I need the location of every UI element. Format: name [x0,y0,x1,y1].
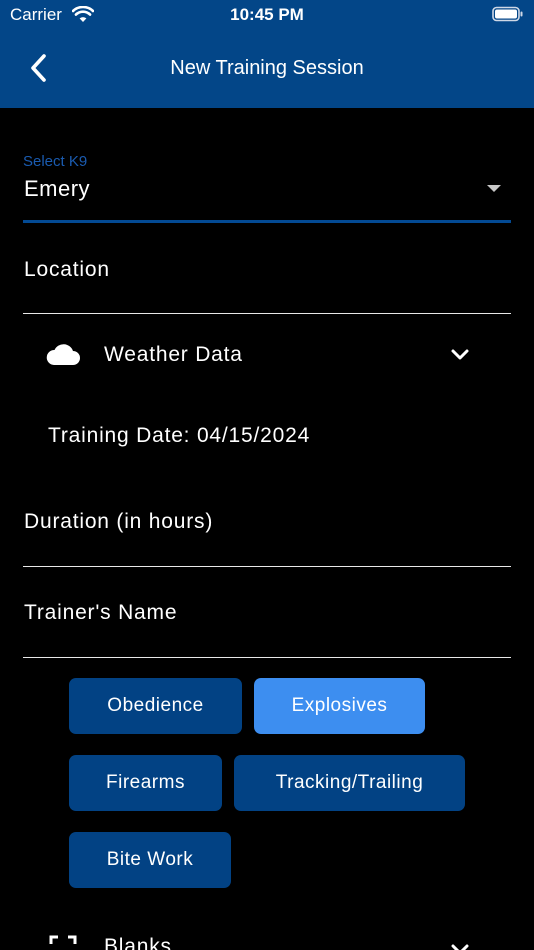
blanks-label: Blanks [104,935,172,950]
select-k9-dropdown[interactable]: Select K9 Emery [23,150,511,224]
chip-firearms[interactable]: Firearms [69,755,222,811]
caret-down-icon [487,185,501,192]
chip-tracking-trailing[interactable]: Tracking/Trailing [234,755,465,811]
chevron-down-icon [451,349,469,360]
duration-input[interactable]: Duration (in hours) [23,495,511,570]
trainer-name-input[interactable]: Trainer's Name [23,586,511,661]
location-input[interactable]: Location [23,240,511,315]
trainer-name-underline [23,657,511,658]
nav-header: Carrier 10:45 PM New Training Session [0,0,534,108]
chip-obedience[interactable]: Obedience [69,678,242,734]
chevron-down-icon [451,944,469,950]
select-k9-label: Select K9 [23,153,88,170]
cloud-icon [46,344,80,365]
location-underline [23,313,511,314]
trainer-name-placeholder: Trainer's Name [24,601,178,624]
duration-placeholder: Duration (in hours) [24,510,214,533]
select-k9-value: Emery [24,176,91,201]
duration-underline [23,566,511,567]
battery-icon [492,6,523,22]
checkbox-icon [49,935,77,944]
blanks-toggle[interactable]: Blanks [23,925,511,950]
select-k9-underline [23,220,511,223]
location-placeholder: Location [24,258,110,281]
page-title: New Training Session [170,57,364,79]
training-date-label: Training Date: 04/15/2024 [48,424,311,447]
screen: Carrier 10:45 PM New Training Session Se… [0,0,534,950]
weather-data-toggle[interactable]: Weather Data [23,330,511,382]
status-time: 10:45 PM [230,5,304,24]
weather-data-label: Weather Data [104,343,243,366]
chip-bite-work[interactable]: Bite Work [69,832,231,888]
chip-explosives[interactable]: Explosives [254,678,425,734]
